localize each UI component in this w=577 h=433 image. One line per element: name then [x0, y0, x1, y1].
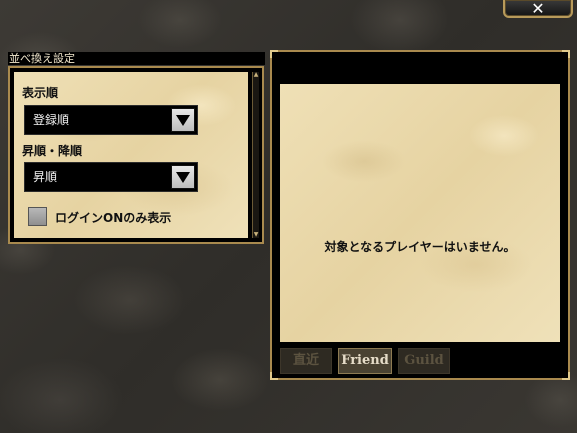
friend-list-panel: 対象となるプレイヤーはいません。 直近 Friend Guild	[270, 50, 570, 380]
sort-settings-content: 表示順 登録順 昇順・降順 昇順 ログインONのみ表示	[14, 72, 248, 238]
tab-friend[interactable]: Friend	[338, 348, 392, 374]
display-order-value: 登録順	[33, 113, 70, 127]
login-only-label[interactable]: ログインONのみ表示	[55, 209, 171, 226]
sort-settings-title: 並べ換え設定	[8, 52, 265, 65]
corner-ornament	[270, 372, 278, 380]
chevron-down-icon[interactable]	[171, 165, 195, 189]
empty-list-message: 対象となるプレイヤーはいません。	[324, 240, 516, 254]
sort-panel-scrollbar[interactable]: ▲ ▼	[252, 72, 259, 238]
login-only-checkbox[interactable]	[28, 207, 47, 226]
corner-ornament	[562, 50, 570, 58]
asc-desc-value: 昇順	[33, 170, 58, 184]
tab-guild[interactable]: Guild	[398, 348, 450, 374]
corner-ornament	[562, 372, 570, 380]
chevron-down-icon[interactable]	[171, 108, 195, 132]
scroll-up-icon[interactable]: ▲	[253, 72, 259, 78]
friend-list-area: 対象となるプレイヤーはいません。	[280, 84, 560, 342]
tab-recent[interactable]: 直近	[280, 348, 332, 374]
corner-ornament	[270, 50, 278, 58]
scroll-down-icon[interactable]: ▼	[253, 232, 259, 238]
asc-desc-label: 昇順・降順	[22, 144, 83, 158]
asc-desc-select[interactable]: 昇順	[24, 162, 198, 192]
display-order-select[interactable]: 登録順	[24, 105, 198, 135]
sort-settings-panel: 表示順 登録順 昇順・降順 昇順 ログインONのみ表示 ▲ ▼	[8, 66, 264, 244]
close-button[interactable]: ✕	[503, 0, 573, 18]
display-order-label: 表示順	[22, 86, 59, 100]
